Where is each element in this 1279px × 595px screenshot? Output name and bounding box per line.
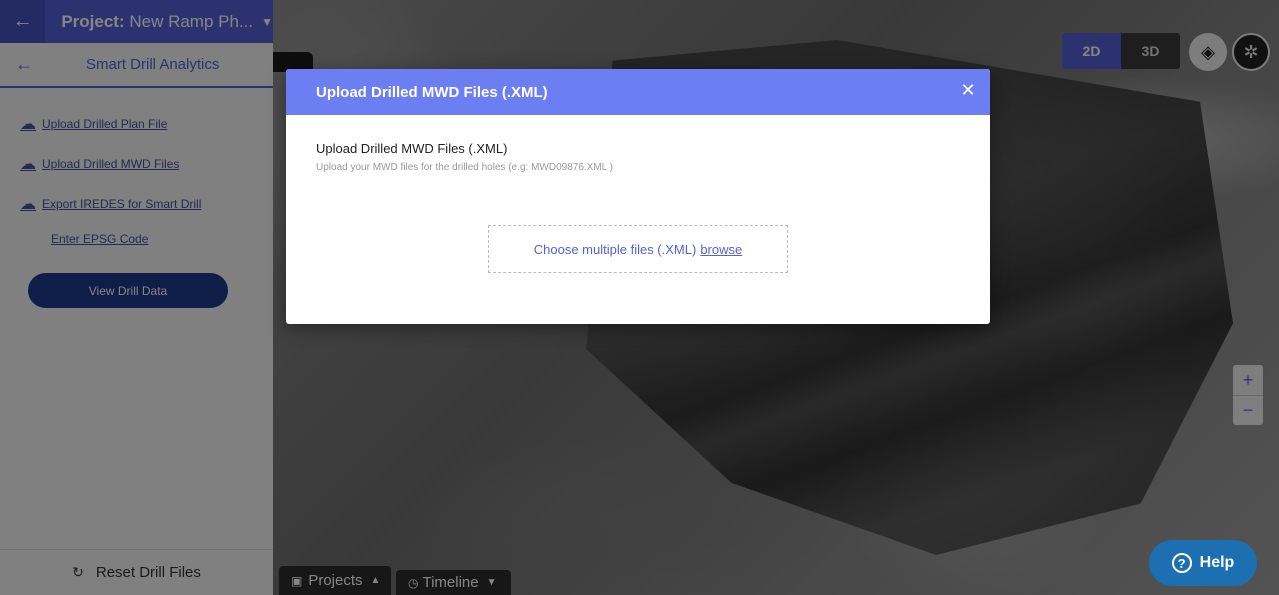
field-label: Upload Drilled MWD Files (.XML) xyxy=(316,141,508,156)
file-dropzone[interactable]: Choose multiple files (.XML) browse xyxy=(488,225,788,273)
upload-modal: Upload Drilled MWD Files (.XML) ✕ Upload… xyxy=(286,69,990,324)
modal-title: Upload Drilled MWD Files (.XML) xyxy=(316,83,548,101)
dropzone-text: Choose multiple files (.XML) xyxy=(533,241,697,257)
sidebar: ← Project: New Ramp Ph... ▼ ← Smart Dril… xyxy=(0,0,273,595)
panel-dim xyxy=(0,0,273,595)
browse-link[interactable]: browse xyxy=(700,242,742,257)
modal-header: Upload Drilled MWD Files (.XML) ✕ xyxy=(286,69,990,115)
field-help-text: Upload your MWD files for the drilled ho… xyxy=(316,162,613,173)
close-icon[interactable]: ✕ xyxy=(960,81,976,99)
help-button[interactable]: ? Help xyxy=(1149,540,1257,586)
modal-body: Upload Drilled MWD Files (.XML) Upload y… xyxy=(286,115,990,199)
help-label: Help xyxy=(1199,554,1235,571)
question-icon: ? xyxy=(1171,553,1192,573)
